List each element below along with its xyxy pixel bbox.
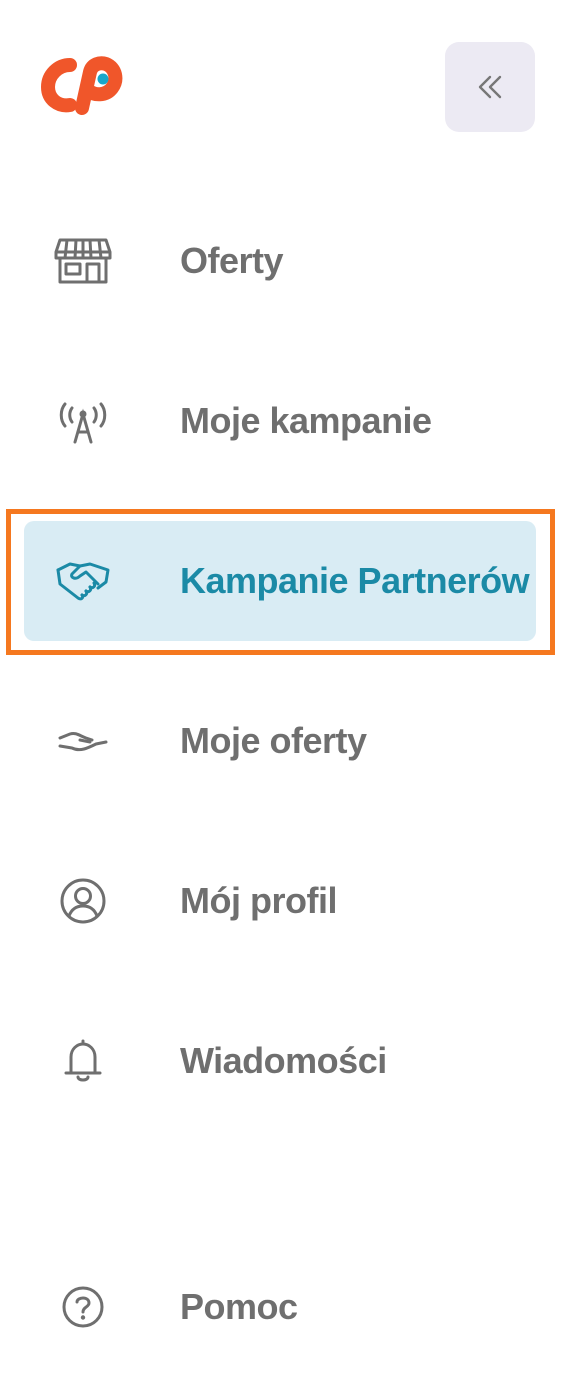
brand-logo[interactable]: [40, 50, 124, 120]
nav-item-oferty[interactable]: Oferty: [24, 201, 536, 321]
nav-item-moje-kampanie[interactable]: Moje kampanie: [24, 361, 536, 481]
nav-item-label: Pomoc: [180, 1286, 298, 1327]
nav-item-label: Mój profil: [180, 880, 337, 921]
nav-item-label: Moje oferty: [180, 720, 367, 761]
nav-item-wiadomosci[interactable]: Wiadomości: [24, 1001, 536, 1121]
bell-icon: [52, 1030, 114, 1092]
user-circle-icon: [52, 870, 114, 932]
nav-item-moje-oferty[interactable]: Moje oferty: [24, 681, 536, 801]
handshake-icon: [52, 550, 114, 612]
offer-hand-icon: [52, 710, 114, 772]
help-circle-icon: [52, 1276, 114, 1338]
nav-item-kampanie-partnerow[interactable]: Kampanie Partnerów: [24, 521, 536, 641]
nav-item-label: Wiadomości: [180, 1040, 387, 1081]
nav-item-label: Kampanie Partnerów: [180, 560, 530, 601]
collapse-sidebar-button[interactable]: [445, 42, 535, 132]
nav-item-moj-profil[interactable]: Mój profil: [24, 841, 536, 961]
sidebar: Oferty Moje kampanie Kampanie Partnerów …: [0, 0, 574, 1392]
broadcast-antenna-icon: [52, 390, 114, 452]
storefront-icon: [52, 230, 114, 292]
nav-item-label: Moje kampanie: [180, 400, 432, 441]
nav-item-pomoc[interactable]: Pomoc: [24, 1247, 536, 1367]
nav-item-label: Oferty: [180, 240, 284, 281]
double-chevron-left-icon: [478, 75, 502, 99]
